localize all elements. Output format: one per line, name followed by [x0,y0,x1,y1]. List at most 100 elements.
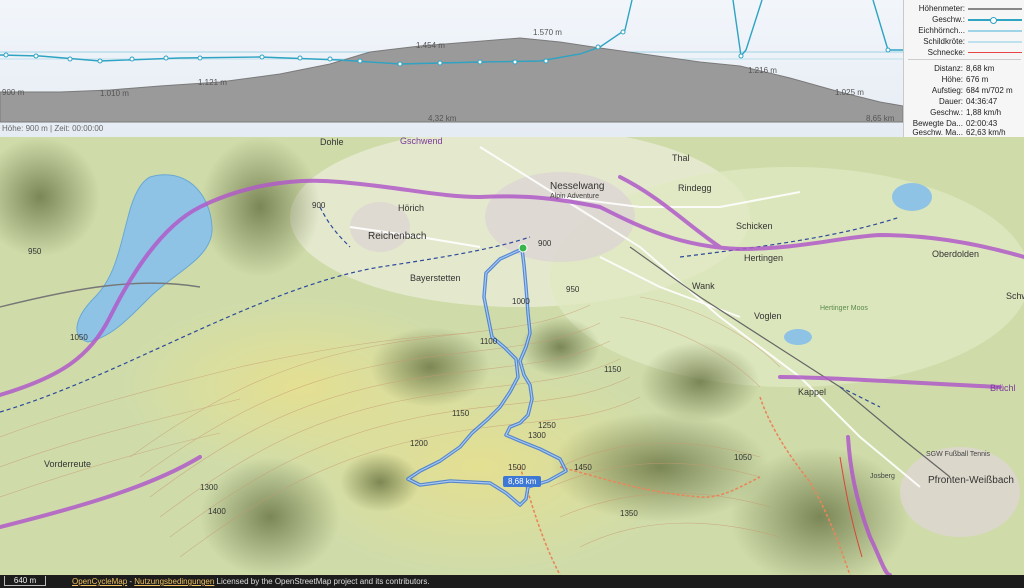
terms-link[interactable]: Nutzungsbedingungen [134,577,214,586]
legend-label: Schildkröte: [923,37,965,46]
profile-status: Höhe: 900 m | Zeit: 00:00:00 [2,124,104,133]
stat-value: 62,63 km/h [966,128,1006,137]
stat-row: Distanz: 8,68 km [904,64,1024,75]
elevation-label: 900 [538,239,552,248]
place-label: Alpin Adventure [550,193,600,200]
place-label: Oberdolden [932,249,980,259]
map-canvas[interactable] [0,137,1024,575]
elevation-label: 1250 [538,421,556,430]
elevation-label: 1.010 m [100,89,129,98]
legend-item[interactable]: Geschw.: [904,15,1024,25]
place-label: Nesselwang [550,181,605,192]
stat-value: 684 m/702 m [966,86,1013,95]
stats-panel: Höhenmeter: Geschw.: Eichhörnch... Schil… [903,0,1024,137]
legend-item[interactable]: Eichhörnch... [904,26,1024,36]
map-view[interactable]: Dohle Gschwend Nesselwang Alpin Adventur… [0,137,1024,575]
elevation-label: 1050 [734,453,752,462]
divider [908,59,1021,60]
stat-key: Bewegte Da... [912,119,963,128]
place-label: Schw [1006,291,1024,301]
elevation-label: 900 [312,201,326,210]
place-label: Hertingen [744,253,784,263]
legend-swatch [968,41,1022,43]
elevation-label: 1400 [208,507,226,516]
legend-item[interactable]: Schnecke: [904,48,1024,58]
legend-label: Geschw.: [932,15,965,24]
elevation-label: 1450 [574,463,592,472]
distance-label: 4,32 km [428,114,457,123]
stat-value: 8,68 km [966,64,995,73]
place-label: Voglen [754,311,782,321]
stat-key: Geschw. Ma... [912,128,963,137]
town-area [900,447,1020,537]
legend-label: Schnecke: [927,48,965,57]
hillshade [370,327,490,407]
place-label: Kappel [798,387,827,397]
elevation-label: 1350 [620,509,638,518]
place-label: Schicken [736,221,773,231]
map-footer: 640 m OpenCycleMap - Nutzungsbedingungen… [0,575,1024,588]
place-label: Wank [692,281,715,291]
place-label: Reichenbach [368,231,427,242]
elevation-label: 950 [28,247,42,256]
legend-swatch [968,30,1022,32]
hillshade [520,317,600,377]
attribution-text: Licensed by the OpenStreetMap project an… [214,577,430,586]
stat-key: Aufstieg: [931,86,963,95]
place-label: Josberg [870,473,895,480]
stat-key: Distanz: [934,64,963,73]
legend-swatch [968,8,1022,10]
place-label: Hertinger Moos [820,305,868,312]
elevation-label: 1000 [512,297,530,306]
stat-value: 02:00:43 [966,119,998,128]
stat-row: Geschw.: 1,88 km/h [904,108,1024,119]
stat-value: 1,88 km/h [966,108,1002,117]
hillshade [640,342,760,422]
elevation-label: 1300 [200,483,218,492]
stat-value: 04:36:47 [966,97,998,106]
lake [892,183,932,211]
opencyclemap-link[interactable]: OpenCycleMap [72,577,127,586]
place-label: Pfronten-Weißbach [928,475,1014,486]
stat-key: Höhe: [941,75,963,84]
legend-item[interactable]: Schildkröte: [904,37,1024,47]
place-label: Hörich [398,203,425,213]
place-label: Vorderreute [44,459,92,469]
place-label: Brüchl [990,383,1016,393]
place-label: Dohle [320,137,344,147]
legend-label: Eichhörnch... [918,26,965,35]
elevation-label: 1050 [70,333,88,342]
elevation-label: 1.121 m [198,78,227,87]
elevation-profile[interactable]: 900 m 1.010 m 1.121 m 1.454 m 1.570 m 1.… [0,0,903,137]
elevation-label: 1100 [480,337,498,346]
place-label: SGW Fußball Tennis [926,451,991,458]
elevation-label: 1.216 m [748,66,777,75]
stat-key: Geschw.: [930,108,963,117]
start-marker-icon[interactable] [518,243,528,253]
distance-label: 8,65 km [866,114,895,123]
legend-swatch [968,52,1022,53]
stat-value: 676 m [966,75,989,84]
elevation-label: 950 [566,285,580,294]
elevation-area [0,37,903,123]
track-distance-badge[interactable]: 8,68 km [503,476,542,487]
legend-label: Höhenmeter: [918,4,965,13]
lake [784,329,812,345]
stat-row: Aufstieg: 684 m/702 m [904,86,1024,97]
elevation-label: 900 m [2,88,25,97]
elevation-label: 1.454 m [416,41,445,50]
elevation-label: 1500 [508,463,526,472]
elevation-label: 1.570 m [533,28,562,37]
elevation-label: 1150 [604,365,622,374]
attribution: OpenCycleMap - Nutzungsbedingungen Licen… [72,577,430,586]
elevation-label: 1300 [528,431,546,440]
scale-bar: 640 m [4,576,46,586]
elevation-label: 1200 [410,439,428,448]
elevation-label: 1150 [452,409,470,418]
place-label: Rindegg [678,183,712,193]
stat-row: Höhe: 676 m [904,75,1024,86]
stat-key: Dauer: [938,97,963,106]
legend-item[interactable]: Höhenmeter: [904,4,1024,14]
hillshade [340,452,420,512]
place-label: Thal [672,153,690,163]
